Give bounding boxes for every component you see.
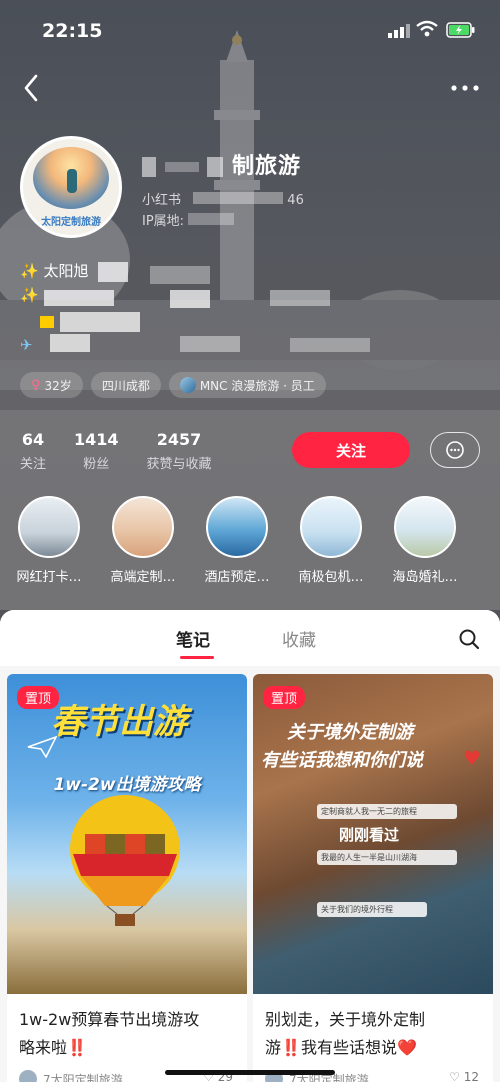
bio-line-2: ✨	[20, 286, 39, 304]
company-tag[interactable]: MNC 浪漫旅游 · 员工	[168, 372, 326, 398]
status-time: 22:15	[42, 20, 103, 42]
sparkle-icon: ✨	[20, 262, 39, 280]
age-tag: ♀ 32岁	[20, 372, 83, 398]
pinned-badge: 置顶	[17, 686, 60, 709]
collection-item[interactable]: 南极包机…	[286, 496, 376, 585]
heart-outline-icon: ♡	[449, 1070, 460, 1082]
company-logo-icon	[179, 377, 196, 393]
message-button[interactable]	[430, 432, 480, 468]
airplane-icon: ✈	[20, 336, 33, 354]
note-cover-image: 春节出游 1w-2w出境游攻略 置顶	[7, 674, 247, 994]
note-card[interactable]: 关于境外定制游 有些话我想和你们说 ♥ 定制商就人我一无二的旅程 刚刚看过 我最…	[253, 674, 493, 1082]
note-likes[interactable]: ♡ 12	[449, 1070, 479, 1082]
ip-location: IP属地:	[142, 210, 235, 229]
wifi-icon	[416, 20, 438, 37]
following-stat[interactable]: 64 关注	[20, 430, 46, 472]
note-card[interactable]: 春节出游 1w-2w出境游攻略 置顶 1w-2w预算春节出境游攻 略来啦‼️ 7…	[7, 674, 247, 1082]
heart-icon: ♥	[463, 746, 481, 770]
signal-icon	[388, 24, 410, 38]
search-icon[interactable]	[458, 628, 480, 650]
collection-item[interactable]: 高端定制…	[98, 496, 188, 585]
note-title: 别划走，关于境外定制 游‼️我有些话想说❤️	[265, 1010, 426, 1057]
profile-stats: 64 关注 1414 粉丝 2457 获赞与收藏	[20, 430, 212, 472]
platform-id: 小红书 46	[142, 192, 304, 208]
pinned-badge: 置顶	[263, 686, 306, 709]
tab-bar: 笔记 收藏	[0, 610, 500, 666]
tab-favorites[interactable]: 收藏	[282, 626, 316, 651]
profile-tags: ♀ 32岁 四川成都 MNC 浪漫旅游 · 员工	[20, 372, 326, 398]
more-options-icon[interactable]	[448, 78, 482, 98]
author-avatar	[19, 1070, 37, 1082]
notes-panel: 笔记 收藏 春节出游 1w-2w出境游攻略 置顶 1w-2w预算春节出境游攻 略…	[0, 610, 500, 1082]
tab-notes[interactable]: 笔记	[176, 626, 210, 651]
note-title: 1w-2w预算春节出境游攻 略来啦‼️	[19, 1010, 200, 1057]
paper-plane-icon	[27, 736, 57, 758]
collection-item[interactable]: 海岛婚礼…	[380, 496, 470, 585]
status-bar: 22:15	[0, 0, 500, 62]
chat-bubble-icon	[446, 441, 464, 459]
collection-item[interactable]: 网红打卡…	[4, 496, 94, 585]
home-indicator[interactable]	[165, 1070, 335, 1075]
bio-line-4: ✈	[20, 336, 33, 354]
collection-item[interactable]: 酒店预定…	[192, 496, 282, 585]
follow-button[interactable]: 关注	[292, 432, 410, 468]
likes-collects-stat[interactable]: 2457 获赞与收藏	[147, 430, 212, 472]
back-arrow-icon[interactable]	[18, 72, 46, 104]
bio-line-1: ✨ 太阳旭	[20, 262, 89, 280]
avatar[interactable]: 太阳定制旅游	[20, 136, 122, 238]
hot-air-balloon-image	[70, 795, 180, 926]
sparkle-icon: ✨	[20, 286, 39, 304]
avatar-logo-text: 太阳定制旅游	[41, 217, 101, 228]
profile-name: 制旅游	[142, 148, 301, 180]
followers-stat[interactable]: 1414 粉丝	[74, 430, 119, 472]
battery-charging-icon	[446, 22, 475, 38]
note-cover-image: 关于境外定制游 有些话我想和你们说 ♥ 定制商就人我一无二的旅程 刚刚看过 我最…	[253, 674, 493, 994]
location-tag: 四川成都	[90, 372, 161, 398]
collection-shelf: 网红打卡… 高端定制… 酒店预定… 南极包机… 海岛婚礼…	[0, 496, 500, 596]
female-icon: ♀	[31, 377, 41, 393]
active-tab-indicator	[180, 656, 214, 659]
